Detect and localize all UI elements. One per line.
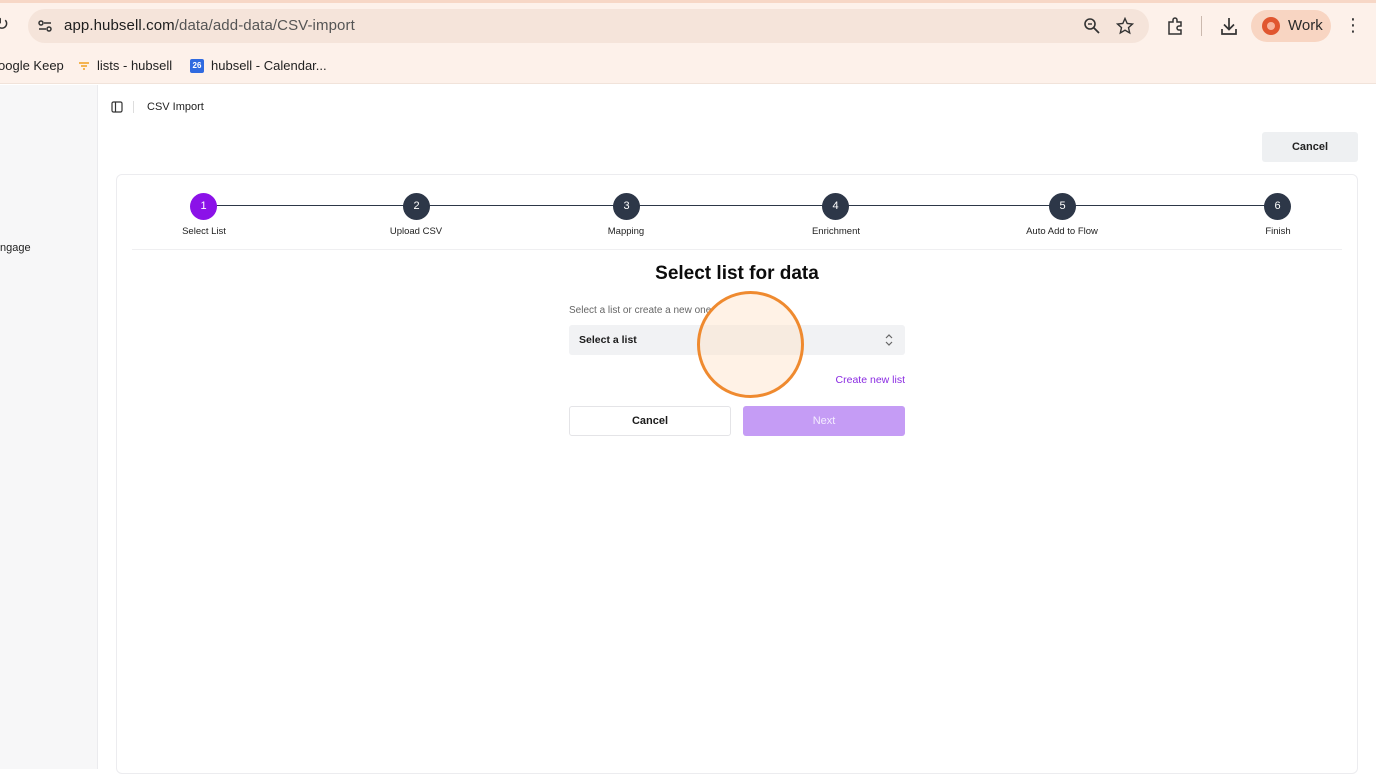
page-title: Select list for data [655, 263, 819, 284]
step-1-label: Select List [182, 226, 226, 237]
bookmark-star-icon[interactable] [1116, 17, 1134, 35]
step-4-indicator: 4 [822, 193, 849, 220]
breadcrumb: CSV Import [147, 101, 204, 113]
extensions-icon[interactable] [1166, 16, 1186, 36]
toolbar-divider [1201, 16, 1202, 36]
next-button[interactable]: Next [743, 406, 905, 436]
step-6-indicator: 6 [1264, 193, 1291, 220]
step-4-label: Enrichment [811, 226, 861, 237]
step-5-indicator: 5 [1049, 193, 1076, 220]
profile-avatar [1262, 17, 1280, 35]
calendar-icon: 26 [190, 59, 204, 73]
breadcrumb-divider [133, 101, 134, 113]
tab-strip-edge [0, 0, 1376, 3]
bookmark-google-keep[interactable]: oogle Keep [0, 58, 64, 73]
site-settings-icon[interactable] [36, 17, 54, 35]
step-3-indicator: 3 [613, 193, 640, 220]
step-3-label: Mapping [607, 226, 645, 237]
sidebar-toggle-icon[interactable] [111, 101, 123, 113]
list-select-label: Select a list or create a new one [569, 305, 712, 316]
more-icon[interactable]: ⋮ [1344, 15, 1362, 37]
url-text[interactable]: app.hubsell.com/data/add-data/CSV-import [64, 17, 355, 34]
chevron-up-down-icon [885, 334, 893, 346]
click-highlight [697, 291, 804, 398]
url-path: /data/add-data/CSV-import [174, 17, 355, 34]
step-5-label: Auto Add to Flow [1026, 226, 1098, 237]
reload-icon[interactable]: ↻ [0, 14, 9, 35]
profile-button[interactable]: Work [1251, 10, 1331, 42]
sidebar: ngage [0, 85, 98, 769]
download-icon[interactable] [1219, 16, 1239, 36]
create-new-list-link[interactable]: Create new list [795, 374, 905, 386]
zoom-icon[interactable] [1083, 17, 1101, 35]
browser-chrome: ↻ app.hubsell.com/data/add-data/CSV-impo… [0, 0, 1376, 84]
step-6-label: Finish [1265, 226, 1291, 237]
cancel-button[interactable]: Cancel [569, 406, 731, 436]
url-host: app.hubsell.com [64, 17, 175, 34]
profile-label: Work [1288, 17, 1323, 34]
sidebar-item-engage[interactable]: ngage [0, 242, 31, 254]
bookmark-hubsell-calendar[interactable]: hubsell - Calendar... [211, 58, 327, 73]
address-bar[interactable]: app.hubsell.com/data/add-data/CSV-import [28, 9, 1149, 43]
bookmarks-bar: oogle Keep lists - hubsell 26 hubsell - … [0, 54, 1376, 78]
filter-icon [79, 62, 89, 70]
step-2-label: Upload CSV [389, 226, 443, 237]
stepper-track [203, 205, 1278, 206]
step-2-indicator: 2 [403, 193, 430, 220]
stepper-divider [132, 249, 1342, 250]
step-1-indicator: 1 [190, 193, 217, 220]
list-select-value: Select a list [579, 334, 637, 346]
bookmark-lists-hubsell[interactable]: lists - hubsell [97, 58, 172, 73]
cancel-import-button[interactable]: Cancel [1262, 132, 1358, 162]
